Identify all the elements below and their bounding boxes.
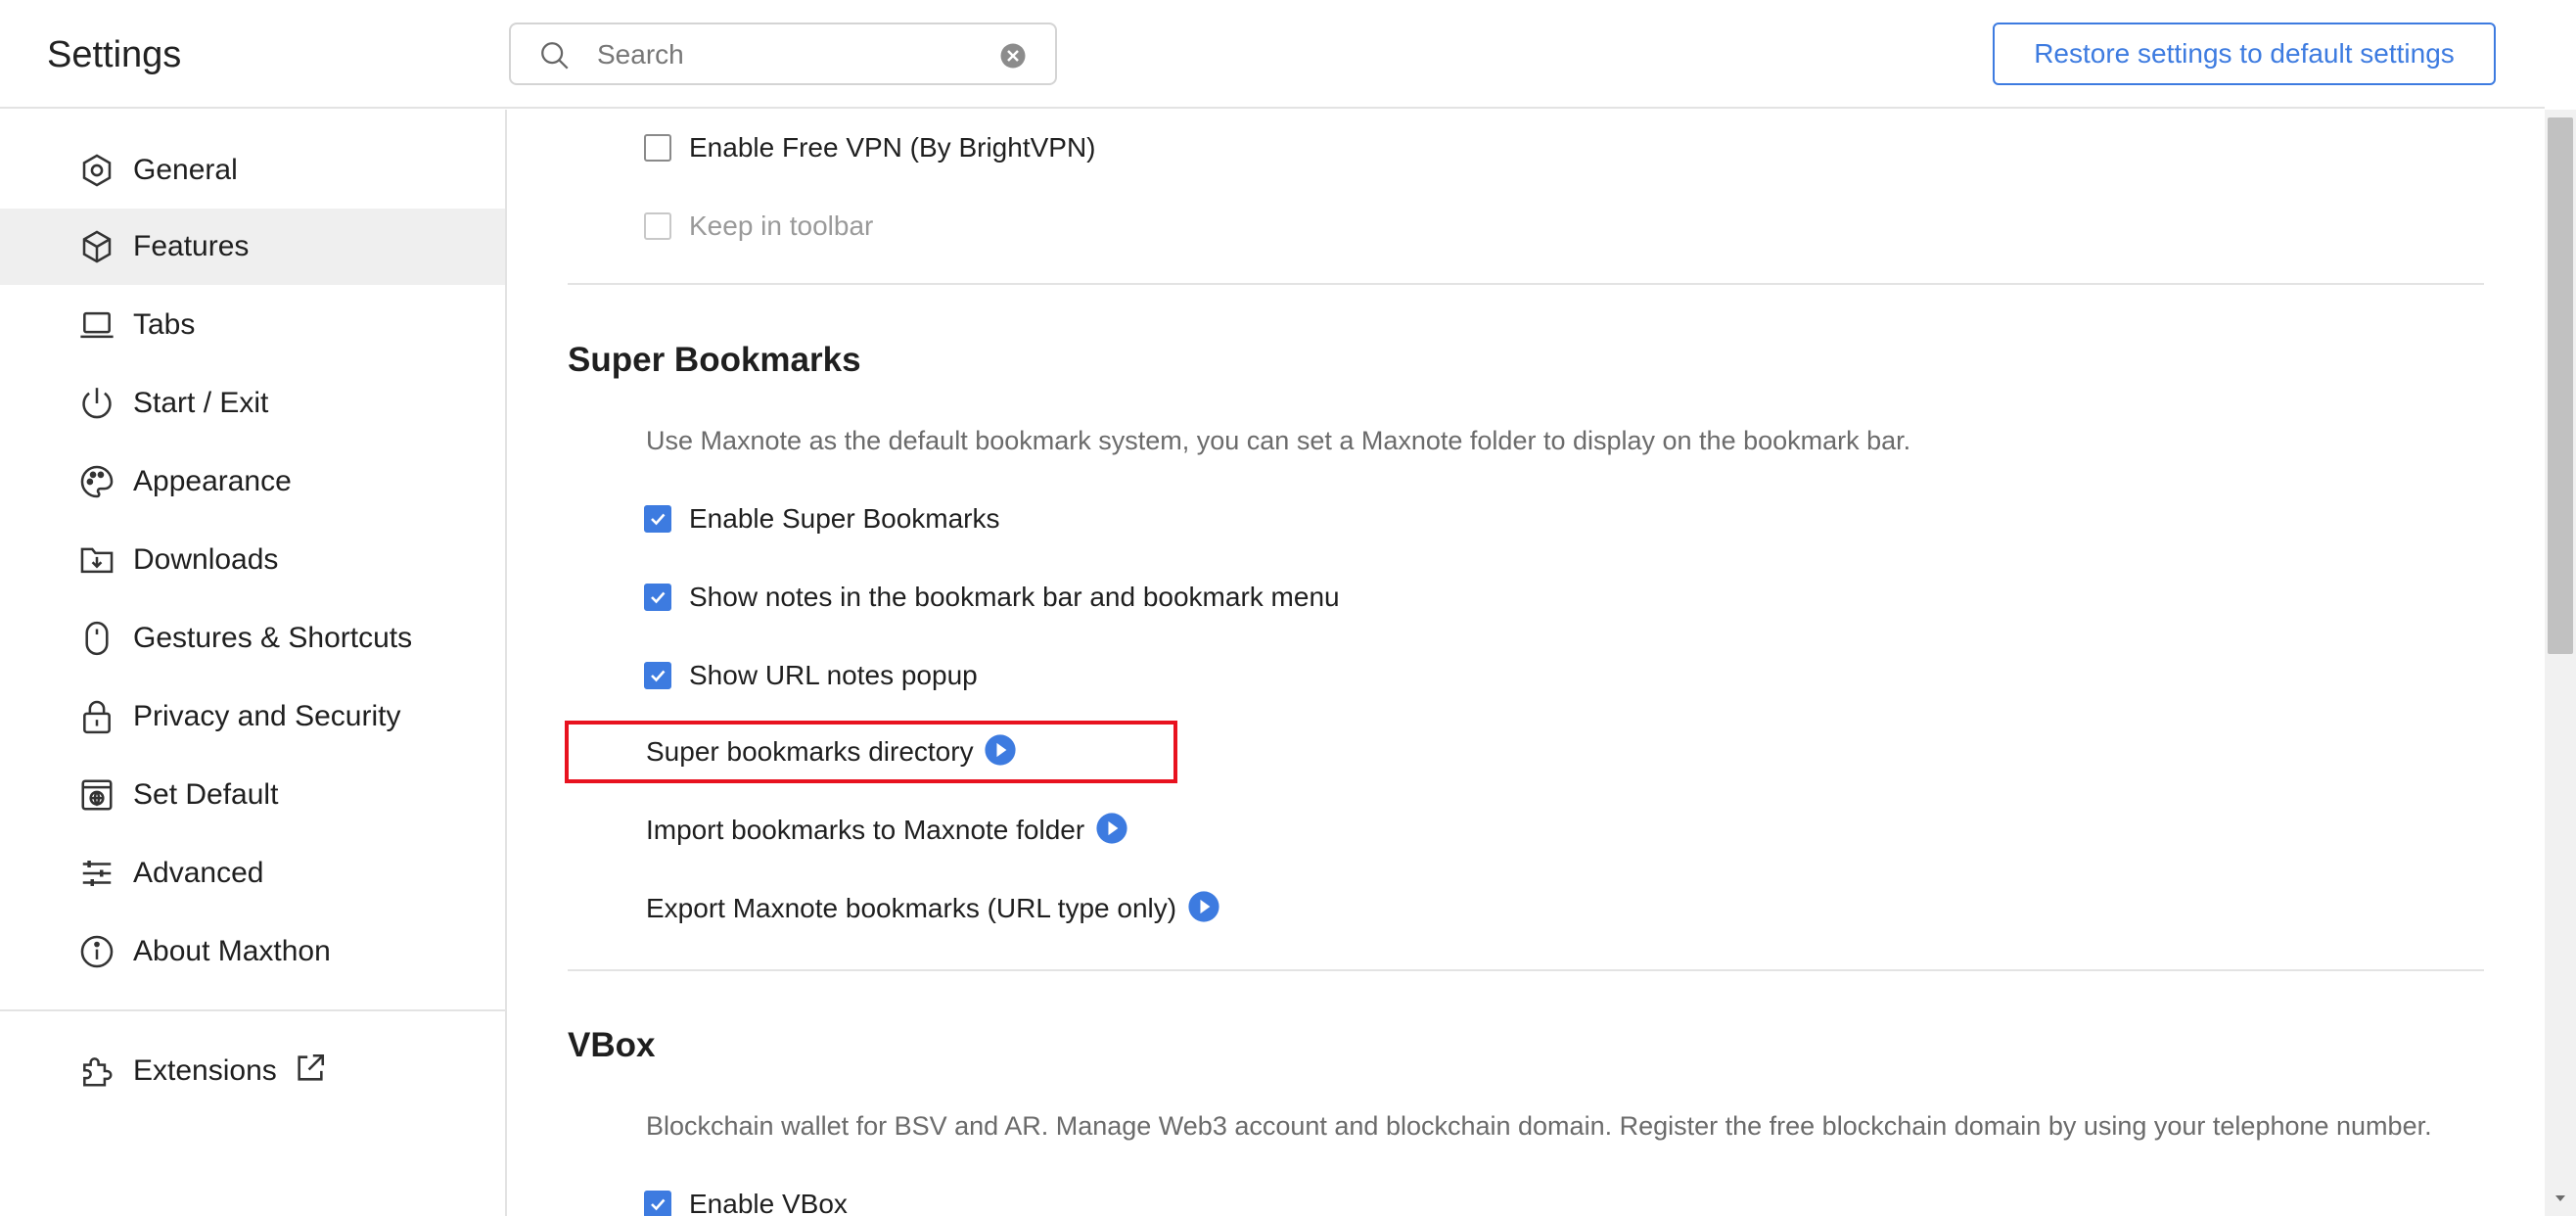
search-icon xyxy=(541,42,569,70)
settings-window: Settings Restore settings to default set… xyxy=(0,0,2576,1216)
sidebar-item-downloads[interactable]: Downloads xyxy=(0,522,505,598)
scrollbar-thumb[interactable] xyxy=(2548,117,2573,654)
sidebar-item-features[interactable]: Features xyxy=(0,209,505,285)
sidebar-item-set-default[interactable]: Set Default xyxy=(0,757,505,833)
section-divider xyxy=(568,283,2484,285)
vbox-description: Blockchain wallet for BSV and AR. Manage… xyxy=(646,1111,2432,1141)
enable-super-bookmarks-checkbox[interactable] xyxy=(644,505,671,533)
enable-vpn-label: Enable Free VPN (By BrightVPN) xyxy=(689,132,1096,163)
show-url-notes-popup-checkbox[interactable] xyxy=(644,662,671,689)
lock-icon xyxy=(83,700,111,734)
import-bookmarks-link[interactable]: Import bookmarks to Maxnote folder xyxy=(646,811,1128,854)
cube-icon xyxy=(82,230,112,263)
puzzle-icon xyxy=(83,1057,113,1087)
sidebar-item-extensions[interactable]: Extensions xyxy=(0,1033,505,1109)
sidebar-item-label: Start / Exit xyxy=(133,387,269,419)
clear-search-icon[interactable] xyxy=(998,41,1028,70)
enable-vpn-checkbox[interactable] xyxy=(644,134,671,162)
export-bookmarks-link[interactable]: Export Maxnote bookmarks (URL type only) xyxy=(646,889,1220,932)
enable-vbox-label: Enable VBox xyxy=(689,1189,848,1216)
sidebar-item-label: Set Default xyxy=(133,778,279,811)
sidebar-item-label: Downloads xyxy=(133,543,279,576)
sidebar-item-label: Appearance xyxy=(133,465,292,497)
super-bookmarks-description: Use Maxnote as the default bookmark syst… xyxy=(646,426,1911,455)
browser-globe-icon xyxy=(81,779,113,811)
gear-icon xyxy=(82,154,112,187)
sidebar-item-label: Advanced xyxy=(133,857,264,889)
sliders-icon xyxy=(82,861,112,886)
search-input[interactable] xyxy=(595,34,987,75)
sidebar-item-privacy-security[interactable]: Privacy and Security xyxy=(0,678,505,755)
arrow-right-circle-icon[interactable] xyxy=(1095,812,1128,845)
external-link-icon xyxy=(298,1053,325,1081)
enable-super-bookmarks-label: Enable Super Bookmarks xyxy=(689,503,1000,534)
sidebar-item-label: Features xyxy=(133,230,250,262)
sidebar-item-label: Extensions xyxy=(133,1054,277,1087)
palette-icon xyxy=(80,465,114,498)
show-notes-bookmark-bar-checkbox[interactable] xyxy=(644,584,671,611)
main-content: Enable Free VPN (By BrightVPN) Keep in t… xyxy=(509,110,2545,1216)
info-icon xyxy=(80,935,114,968)
sidebar-item-label: Gestures & Shortcuts xyxy=(133,622,413,654)
sidebar-item-gestures-shortcuts[interactable]: Gestures & Shortcuts xyxy=(0,600,505,677)
checkmark-icon xyxy=(651,670,666,682)
highlight-box xyxy=(565,721,1177,783)
sidebar-item-appearance[interactable]: Appearance xyxy=(0,444,505,520)
checkmark-icon xyxy=(651,513,666,526)
sidebar-item-about[interactable]: About Maxthon xyxy=(0,913,505,990)
enable-vbox-checkbox[interactable] xyxy=(644,1191,671,1216)
sidebar-item-label: General xyxy=(133,154,238,186)
keep-in-toolbar-checkbox xyxy=(644,212,671,240)
arrow-right-circle-icon[interactable] xyxy=(1187,890,1220,923)
power-icon xyxy=(82,388,112,419)
keep-in-toolbar-label: Keep in toolbar xyxy=(689,210,874,241)
sidebar: General Features Tabs Start / Exit Appea… xyxy=(0,110,507,1216)
scroll-down-arrow-icon[interactable] xyxy=(2553,1191,2568,1206)
checkmark-icon xyxy=(651,591,666,604)
page-title: Settings xyxy=(47,34,182,75)
sidebar-item-tabs[interactable]: Tabs xyxy=(0,287,505,363)
mouse-icon xyxy=(85,621,109,656)
sidebar-item-label: About Maxthon xyxy=(133,935,331,967)
search-box[interactable] xyxy=(509,23,1057,85)
link-label: Import bookmarks to Maxnote folder xyxy=(646,815,1085,845)
download-folder-icon xyxy=(80,547,114,574)
link-label: Export Maxnote bookmarks (URL type only) xyxy=(646,893,1177,923)
show-notes-bookmark-bar-label: Show notes in the bookmark bar and bookm… xyxy=(689,582,1340,612)
header: Settings Restore settings to default set… xyxy=(0,0,2545,109)
checkmark-icon xyxy=(651,1198,666,1211)
scrollbar[interactable] xyxy=(2545,110,2576,1216)
laptop-icon xyxy=(80,311,114,339)
sidebar-divider xyxy=(0,1009,505,1011)
sidebar-item-start-exit[interactable]: Start / Exit xyxy=(0,365,505,442)
sidebar-item-label: Tabs xyxy=(133,308,196,341)
show-url-notes-popup-label: Show URL notes popup xyxy=(689,660,978,690)
restore-defaults-button[interactable]: Restore settings to default settings xyxy=(1993,23,2496,85)
sidebar-item-label: Privacy and Security xyxy=(133,700,401,732)
sidebar-item-advanced[interactable]: Advanced xyxy=(0,835,505,912)
sidebar-item-general[interactable]: General xyxy=(0,132,505,209)
vbox-title: VBox xyxy=(568,1026,656,1064)
super-bookmarks-title: Super Bookmarks xyxy=(568,341,861,379)
section-divider xyxy=(568,969,2484,971)
